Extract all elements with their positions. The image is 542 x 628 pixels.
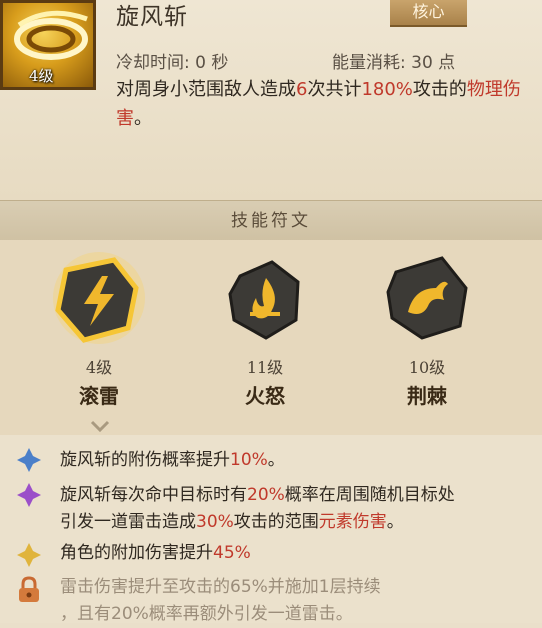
desc-text: 。 xyxy=(134,108,152,129)
blue-diamond-icon xyxy=(17,448,41,472)
effect-text: 角色的附加伤害提升 xyxy=(60,543,213,563)
fade-overlay xyxy=(400,570,542,623)
rune-level: 11级 xyxy=(246,358,284,377)
effect-damage-type: 元素伤害 xyxy=(318,512,387,532)
energy-stat: 能量消耗: 30 点 xyxy=(332,53,456,73)
effect-item-2: 旋风斩每次命中目标时有20%概率在周围随机目标处 引发一道雷击造成30%攻击的范… xyxy=(60,482,530,536)
skill-level-label: 4级 xyxy=(29,67,54,85)
effect-text: 。 xyxy=(267,450,285,470)
effect-text: 。 xyxy=(386,512,404,532)
effect-text: 雷击伤害提升至攻击的65%并施加1层持续 xyxy=(60,577,381,597)
effect-text: 旋风斩每次命中目标时有 xyxy=(60,485,247,505)
desc-text: 对周身小范围敌人造成 xyxy=(116,79,296,100)
effect-value: 10% xyxy=(230,450,268,470)
effect-item-1: 旋风斩的附伤概率提升10%。 xyxy=(60,447,530,474)
lightning-rune-icon xyxy=(53,252,145,344)
effect-text: 攻击的范围 xyxy=(233,512,319,532)
purple-diamond-icon xyxy=(17,483,41,507)
gold-diamond-icon xyxy=(17,543,41,567)
rune-item-thunder[interactable]: 4级 滚雷 xyxy=(44,248,154,409)
rune-level: 4级 xyxy=(85,358,113,377)
desc-text: 次共计 xyxy=(307,79,362,100)
skill-icon[interactable]: 4级 xyxy=(0,0,96,90)
skill-name: 旋风斩 xyxy=(116,4,188,30)
rune-name: 火怒 xyxy=(245,384,285,408)
effect-text: 概率在周围随机目标处 xyxy=(284,485,455,505)
effect-text: ，且有20%概率再额外引发一道雷击。 xyxy=(60,604,353,624)
effect-value: 30% xyxy=(196,512,234,532)
rune-item-thorn[interactable]: 10级 荆棘 xyxy=(372,248,482,409)
effect-text: 旋风斩的附伤概率提升 xyxy=(60,450,230,470)
whirlwind-icon xyxy=(14,10,88,60)
fire-rune-icon xyxy=(228,260,300,340)
effect-item-3: 角色的附加伤害提升45% xyxy=(60,540,530,567)
rune-name: 滚雷 xyxy=(79,384,119,408)
core-badge: 核心 xyxy=(390,0,467,27)
rune-name: 荆棘 xyxy=(407,384,447,408)
lock-icon xyxy=(19,576,39,602)
effect-text: 引发一道雷击造成 xyxy=(60,512,196,532)
rune-item-fire[interactable]: 11级 火怒 xyxy=(210,248,320,409)
skill-description: 对周身小范围敌人造成6次共计180%攻击的物理伤害。 xyxy=(116,75,528,133)
rune-level: 10级 xyxy=(408,358,446,377)
rune-section-title: 技能符文 xyxy=(231,211,311,231)
thorn-rune-icon xyxy=(386,256,468,340)
effect-value: 20% xyxy=(247,485,285,505)
effect-value: 45% xyxy=(213,543,251,563)
chevron-down-icon xyxy=(90,420,110,432)
desc-hit-count: 6 xyxy=(296,79,308,100)
desc-damage-percent: 180% xyxy=(361,79,413,100)
cooldown-stat: 冷却时间: 0 秒 xyxy=(116,53,229,73)
desc-text: 攻击的 xyxy=(412,79,467,100)
